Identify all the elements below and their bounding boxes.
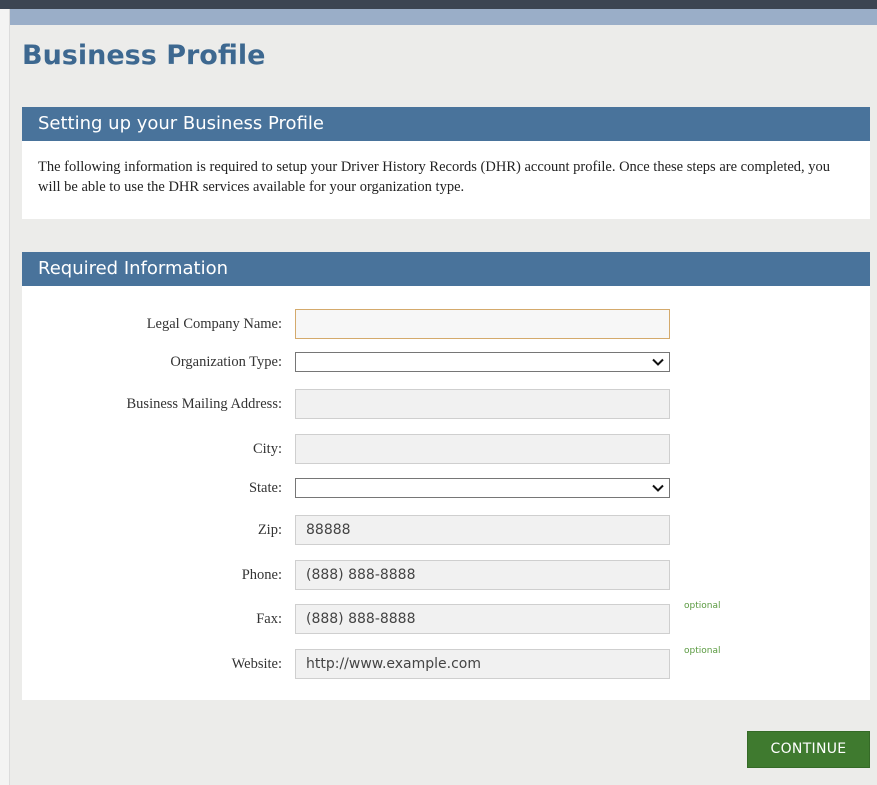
fax-optional-note: optional xyxy=(684,601,721,611)
chevron-down-icon xyxy=(652,484,664,492)
state-select[interactable] xyxy=(295,478,670,498)
city-row: City: xyxy=(22,434,870,464)
city-label: City: xyxy=(252,441,282,457)
zip-label: Zip: xyxy=(257,522,282,538)
city-input[interactable] xyxy=(295,434,670,464)
fax-row: Fax: (888) 888-8888 optional xyxy=(22,601,870,634)
business-mailing-address-label: Business Mailing Address: xyxy=(126,396,282,412)
business-mailing-address-input[interactable] xyxy=(295,389,670,419)
organization-type-row: Organization Type: xyxy=(22,352,870,382)
header-strip xyxy=(10,9,877,25)
business-mailing-address-row: Business Mailing Address: xyxy=(22,389,870,419)
website-row: Website: http://www.example.com optional xyxy=(22,646,870,679)
left-edge xyxy=(0,9,10,785)
website-input[interactable]: http://www.example.com xyxy=(295,649,670,679)
legal-company-name-input[interactable] xyxy=(295,309,670,339)
fax-input[interactable]: (888) 888-8888 xyxy=(295,604,670,634)
intro-panel-header: Setting up your Business Profile xyxy=(22,107,870,141)
website-optional-note: optional xyxy=(684,646,721,656)
phone-row: Phone: (888) 888-8888 xyxy=(22,560,870,590)
legal-company-name-row: Legal Company Name: xyxy=(22,309,870,339)
state-row: State: xyxy=(22,478,870,508)
phone-input[interactable]: (888) 888-8888 xyxy=(295,560,670,590)
state-label: State: xyxy=(248,480,282,496)
continue-button[interactable]: CONTINUE xyxy=(747,731,870,768)
zip-input[interactable]: 88888 xyxy=(295,515,670,545)
window-top-bar xyxy=(0,0,877,9)
intro-panel: Setting up your Business Profile The fol… xyxy=(22,107,870,219)
zip-row: Zip: 88888 xyxy=(22,515,870,545)
fax-label: Fax: xyxy=(256,611,282,627)
organization-type-label: Organization Type: xyxy=(170,354,282,370)
phone-label: Phone: xyxy=(241,567,282,583)
organization-type-select[interactable] xyxy=(295,352,670,372)
chevron-down-icon xyxy=(652,358,664,366)
required-info-header: Required Information xyxy=(22,252,870,286)
legal-company-name-label: Legal Company Name: xyxy=(146,316,282,332)
page-title: Business Profile xyxy=(22,40,266,71)
intro-text: The following information is required to… xyxy=(38,159,831,195)
required-info-panel: Required Information Legal Company Name:… xyxy=(22,252,870,700)
website-label: Website: xyxy=(231,656,282,672)
